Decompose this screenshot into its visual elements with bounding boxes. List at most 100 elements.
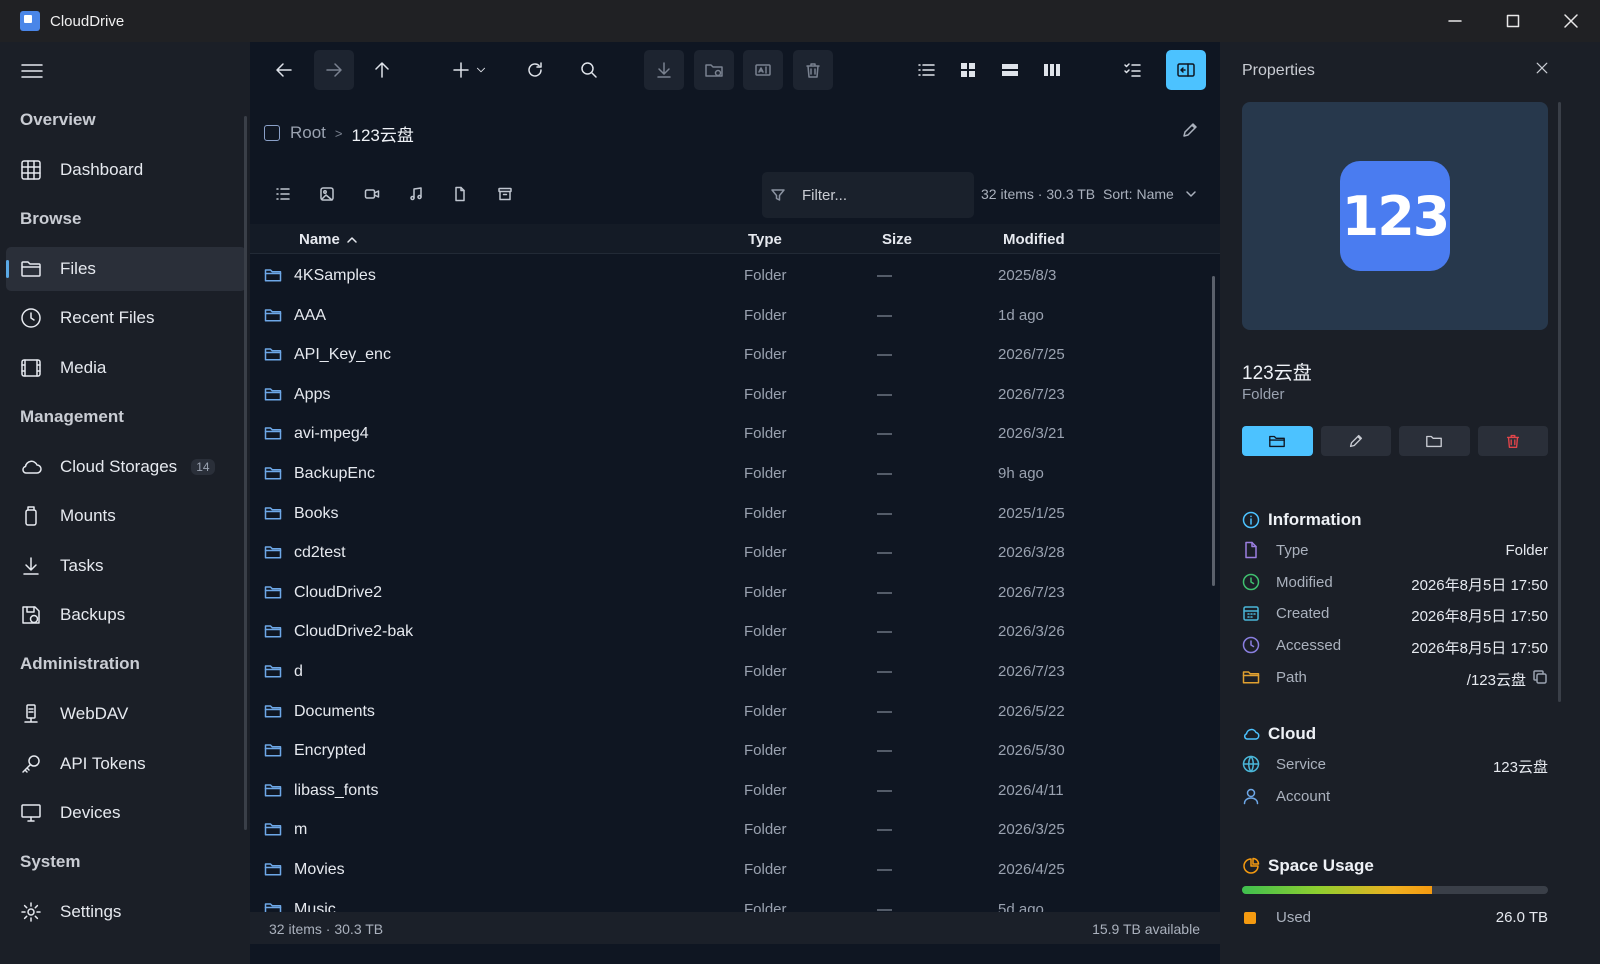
- sidebar-item-mounts[interactable]: Mounts: [6, 494, 246, 538]
- close-properties-button[interactable]: [1534, 60, 1554, 80]
- folder-icon: [264, 308, 282, 322]
- back-button[interactable]: [264, 50, 304, 90]
- filter-input[interactable]: [802, 186, 962, 204]
- move-button[interactable]: [1399, 426, 1470, 456]
- view-tiles-button[interactable]: [990, 50, 1030, 90]
- table-row[interactable]: BackupEnc Folder — 9h ago: [250, 454, 1210, 494]
- section-management: Management: [20, 407, 124, 426]
- table-row[interactable]: AAA Folder — 1d ago: [250, 296, 1210, 336]
- column-size-header[interactable]: Size: [882, 231, 912, 248]
- rename-item-button[interactable]: [1320, 426, 1391, 456]
- table-row[interactable]: libass_fonts Folder — 2026/4/11: [250, 771, 1210, 811]
- document-icon: [455, 186, 465, 202]
- column-name-header[interactable]: Name: [299, 231, 358, 248]
- refresh-button[interactable]: [515, 50, 555, 90]
- cloud-icon: [1243, 728, 1260, 740]
- table-row[interactable]: d Folder — 2026/7/23: [250, 652, 1210, 692]
- open-button[interactable]: [1242, 426, 1313, 456]
- table-row[interactable]: Books Folder — 2025/1/25: [250, 494, 1210, 534]
- table-row[interactable]: CloudDrive2 Folder — 2026/7/23: [250, 573, 1210, 613]
- property-row-service: Service 123云盘: [1242, 753, 1548, 777]
- view-grid-button[interactable]: [948, 50, 988, 90]
- filter-all-button[interactable]: [269, 180, 297, 208]
- toolbar: [250, 42, 1220, 102]
- rename-button[interactable]: [743, 50, 783, 90]
- column-type-header[interactable]: Type: [748, 231, 782, 248]
- select-mode-button[interactable]: [1112, 50, 1152, 90]
- maximize-button[interactable]: [1484, 0, 1542, 42]
- filter-images-button[interactable]: [313, 180, 341, 208]
- table-row[interactable]: Music Folder — 5d ago: [250, 890, 1210, 912]
- sidebar-item-dashboard[interactable]: Dashboard: [6, 148, 246, 192]
- grid-view-icon: [961, 63, 975, 77]
- property-value: Folder: [1505, 542, 1548, 559]
- edit-path-button[interactable]: [1180, 120, 1202, 142]
- new-folder-button[interactable]: [694, 50, 734, 90]
- file-size: —: [877, 781, 892, 799]
- breadcrumb-current[interactable]: 123云盘: [352, 121, 414, 146]
- new-button[interactable]: [444, 50, 494, 90]
- sort-dropdown[interactable]: Sort: Name: [1103, 186, 1198, 202]
- sidebar-item-media[interactable]: Media: [6, 346, 246, 390]
- table-row[interactable]: cd2test Folder — 2026/3/28: [250, 533, 1210, 573]
- search-button[interactable]: [569, 50, 609, 90]
- copy-icon[interactable]: [1532, 669, 1548, 685]
- delete-button[interactable]: [793, 50, 833, 90]
- properties-scrollbar[interactable]: [1558, 102, 1561, 702]
- filter-field[interactable]: [762, 172, 974, 218]
- file-modified: 2026/5/30: [998, 742, 1065, 760]
- folder-icon: [264, 902, 282, 912]
- sidebar-item-recent-files[interactable]: Recent Files: [6, 296, 246, 340]
- sidebar-item-api-tokens[interactable]: API Tokens: [6, 742, 246, 786]
- file-type: Folder: [744, 267, 787, 284]
- folder-icon: [264, 704, 282, 718]
- download-button[interactable]: [644, 50, 684, 90]
- chevron-right-icon: >: [334, 125, 343, 141]
- filter-archives-button[interactable]: [491, 180, 519, 208]
- delete-item-button[interactable]: [1477, 426, 1548, 456]
- file-type: Folder: [744, 385, 787, 403]
- sidebar-item-webdav[interactable]: WebDAV: [6, 692, 246, 736]
- toggle-properties-button[interactable]: [1166, 50, 1206, 90]
- table-row[interactable]: API_Key_enc Folder — 2026/7/25: [250, 335, 1210, 375]
- up-button[interactable]: [362, 50, 402, 90]
- table-row[interactable]: 4KSamples Folder — 2025/8/3: [250, 256, 1210, 296]
- column-modified-header[interactable]: Modified: [1003, 231, 1065, 248]
- image-icon: [320, 187, 334, 201]
- sidebar-item-devices[interactable]: Devices: [6, 791, 246, 835]
- table-row[interactable]: m Folder — 2026/3/25: [250, 810, 1210, 850]
- table-row[interactable]: Encrypted Folder — 2026/5/30: [250, 731, 1210, 771]
- cloud-icon: [22, 460, 42, 474]
- drive-icon: [25, 506, 37, 526]
- monitor-icon: [21, 804, 41, 822]
- filter-audio-button[interactable]: [402, 180, 430, 208]
- filter-documents-button[interactable]: [446, 180, 474, 208]
- breadcrumb-root[interactable]: Root: [290, 123, 326, 143]
- sidebar-item-cloud-storages[interactable]: Cloud Storages 14: [6, 445, 246, 489]
- file-name: d: [294, 662, 303, 680]
- table-row[interactable]: CloudDrive2-bak Folder — 2026/3/26: [250, 612, 1210, 652]
- view-list-button[interactable]: [906, 50, 946, 90]
- view-columns-button[interactable]: [1032, 50, 1072, 90]
- sidebar-scrollbar[interactable]: [244, 116, 247, 830]
- table-row[interactable]: Apps Folder — 2026/7/23: [250, 375, 1210, 415]
- sidebar-item-backups[interactable]: Backups: [6, 593, 246, 637]
- tiles-view-icon: [1002, 64, 1018, 76]
- close-button[interactable]: [1542, 0, 1600, 42]
- sidebar-item-settings[interactable]: Settings: [6, 890, 246, 934]
- menu-button[interactable]: [20, 60, 44, 82]
- forward-button[interactable]: [314, 50, 354, 90]
- sidebar-item-files[interactable]: Files: [6, 247, 246, 291]
- table-row[interactable]: Documents Folder — 2026/5/22: [250, 692, 1210, 732]
- minimize-button[interactable]: [1426, 0, 1484, 42]
- file-name: API_Key_enc: [294, 346, 391, 364]
- sidebar-item-tasks[interactable]: Tasks: [6, 544, 246, 588]
- item-kind: Folder: [1242, 386, 1285, 403]
- file-list-scrollbar[interactable]: [1212, 276, 1215, 586]
- table-row[interactable]: avi-mpeg4 Folder — 2026/3/21: [250, 414, 1210, 454]
- folder-icon: [264, 427, 282, 440]
- filter-videos-button[interactable]: [358, 180, 386, 208]
- item-summary: 32 items · 30.3 TB: [981, 186, 1096, 202]
- table-row[interactable]: Movies Folder — 2026/4/25: [250, 850, 1210, 890]
- column-label: Size: [882, 231, 913, 248]
